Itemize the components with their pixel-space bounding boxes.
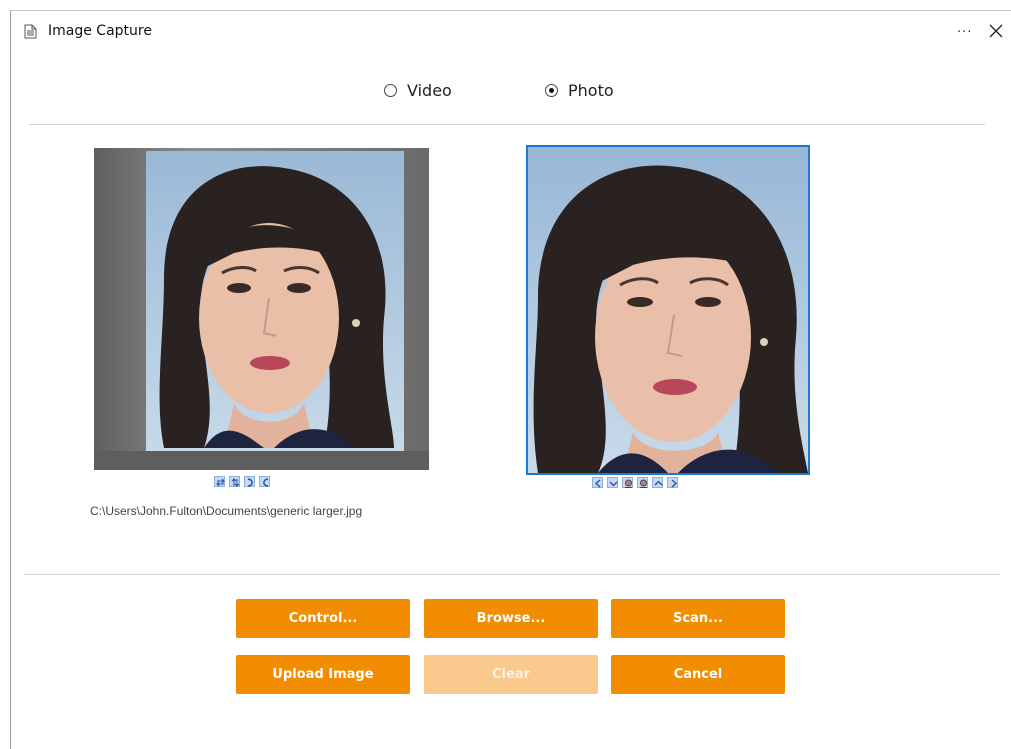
video-radio-indicator[interactable] bbox=[384, 84, 397, 97]
cropped-photo bbox=[528, 147, 808, 473]
photo-radio[interactable]: Photo bbox=[545, 81, 614, 100]
zoom-out-icon[interactable] bbox=[637, 477, 648, 488]
photo-radio-indicator[interactable] bbox=[545, 84, 558, 97]
photo-radio-label[interactable]: Photo bbox=[568, 81, 614, 100]
file-path-label: C:\Users\John.Fulton\Documents\generic l… bbox=[90, 504, 363, 518]
clear-button[interactable]: Clear bbox=[424, 655, 598, 694]
control-button[interactable]: Control... bbox=[236, 599, 410, 638]
document-icon bbox=[24, 24, 37, 39]
source-tools bbox=[214, 476, 270, 487]
cropped-image-preview[interactable] bbox=[526, 145, 810, 475]
bottom-divider bbox=[24, 574, 1000, 575]
video-radio-label[interactable]: Video bbox=[407, 81, 452, 100]
rotate-left-icon[interactable] bbox=[259, 476, 270, 487]
rotate-right-icon[interactable] bbox=[244, 476, 255, 487]
source-image[interactable] bbox=[94, 148, 429, 470]
window-title: Image Capture bbox=[48, 23, 152, 39]
upload-image-button[interactable]: Upload Image bbox=[236, 655, 410, 694]
video-radio[interactable]: Video bbox=[384, 81, 452, 100]
title-bar: Image Capture ... bbox=[11, 11, 1011, 51]
flip-horizontal-icon[interactable] bbox=[214, 476, 225, 487]
zoom-in-icon[interactable] bbox=[622, 477, 633, 488]
move-right-icon[interactable] bbox=[667, 477, 678, 488]
move-down-icon[interactable] bbox=[607, 477, 618, 488]
browse-button[interactable]: Browse... bbox=[424, 599, 598, 638]
crop-tools bbox=[592, 477, 678, 488]
top-divider bbox=[29, 124, 985, 125]
source-photo bbox=[94, 148, 429, 470]
move-up-icon[interactable] bbox=[652, 477, 663, 488]
move-left-icon[interactable] bbox=[592, 477, 603, 488]
flip-vertical-icon[interactable] bbox=[229, 476, 240, 487]
cancel-button[interactable]: Cancel bbox=[611, 655, 785, 694]
scan-button[interactable]: Scan... bbox=[611, 599, 785, 638]
more-options-button[interactable]: ... bbox=[957, 21, 972, 36]
close-icon[interactable] bbox=[987, 22, 1005, 40]
capture-mode-group: Video Photo bbox=[11, 81, 1011, 103]
image-capture-window: Image Capture ... Video Photo C:\Users\J… bbox=[10, 10, 1011, 749]
